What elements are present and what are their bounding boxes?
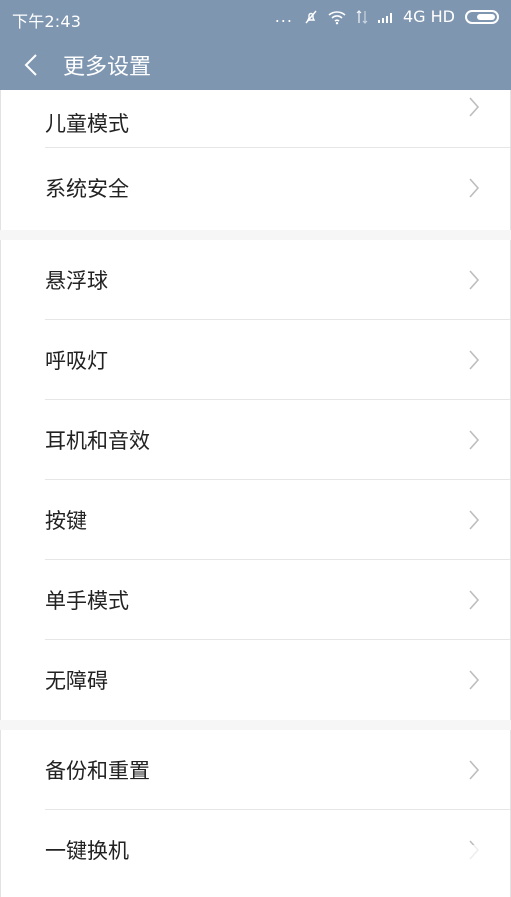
settings-item-kids-mode[interactable]: 儿童模式 xyxy=(1,90,510,148)
settings-item-label: 呼吸灯 xyxy=(45,349,108,373)
settings-item-backup-reset[interactable]: 备份和重置 xyxy=(1,730,510,810)
signal-icon xyxy=(377,9,395,25)
data-transfer-icon xyxy=(355,9,369,25)
notification-dots: ... xyxy=(274,7,293,26)
chevron-right-icon xyxy=(469,510,480,530)
status-bar: 下午2:43 ... 4G HD xyxy=(0,0,511,36)
watermark-overlay xyxy=(384,845,480,889)
chevron-right-icon xyxy=(469,97,480,117)
settings-item-label: 系统安全 xyxy=(45,177,129,201)
chevron-right-icon xyxy=(469,760,480,780)
settings-item-accessibility[interactable]: 无障碍 xyxy=(1,640,510,720)
settings-item-label: 儿童模式 xyxy=(45,112,129,136)
status-time: 下午2:43 xyxy=(12,12,82,31)
settings-item-label: 单手模式 xyxy=(45,589,129,613)
settings-item-label: 备份和重置 xyxy=(45,759,150,783)
settings-group-2: 悬浮球 呼吸灯 耳机和音效 按键 单手模式 无障碍 xyxy=(0,240,511,720)
chevron-right-icon xyxy=(469,270,480,290)
wifi-icon xyxy=(327,9,347,25)
settings-list: 儿童模式 系统安全 悬浮球 呼吸灯 耳机和音效 按键 单手模式 无障碍 备份和重… xyxy=(0,90,511,897)
settings-item-label: 耳机和音效 xyxy=(45,429,150,453)
settings-item-label: 一键换机 xyxy=(45,839,129,863)
chevron-left-icon xyxy=(24,54,37,76)
settings-item-label: 无障碍 xyxy=(45,669,108,693)
settings-group-1: 儿童模式 系统安全 xyxy=(0,90,511,230)
top-bar: 下午2:43 ... 4G HD 更多设置 xyxy=(0,0,511,90)
status-icons: ... 4G HD xyxy=(275,7,499,26)
settings-item-breathing-light[interactable]: 呼吸灯 xyxy=(1,320,510,400)
settings-group-3: 备份和重置 一键换机 xyxy=(0,730,511,897)
chevron-right-icon xyxy=(469,670,480,690)
back-button[interactable] xyxy=(20,52,42,78)
settings-item-one-hand-mode[interactable]: 单手模式 xyxy=(1,560,510,640)
settings-item-floating-ball[interactable]: 悬浮球 xyxy=(1,240,510,320)
network-type: 4G HD xyxy=(402,7,455,26)
settings-item-headphones-sound[interactable]: 耳机和音效 xyxy=(1,400,510,480)
page-title: 更多设置 xyxy=(63,55,152,80)
chevron-right-icon xyxy=(469,350,480,370)
chevron-right-icon xyxy=(469,590,480,610)
settings-item-label: 按键 xyxy=(45,509,87,533)
battery-icon xyxy=(465,9,499,24)
chevron-right-icon xyxy=(469,430,480,450)
muted-bell-icon xyxy=(303,9,319,25)
nav-bar: 更多设置 xyxy=(0,36,511,90)
chevron-right-icon xyxy=(469,178,480,198)
settings-item-buttons[interactable]: 按键 xyxy=(1,480,510,560)
settings-item-label: 悬浮球 xyxy=(45,269,108,293)
settings-item-system-security[interactable]: 系统安全 xyxy=(1,148,510,228)
